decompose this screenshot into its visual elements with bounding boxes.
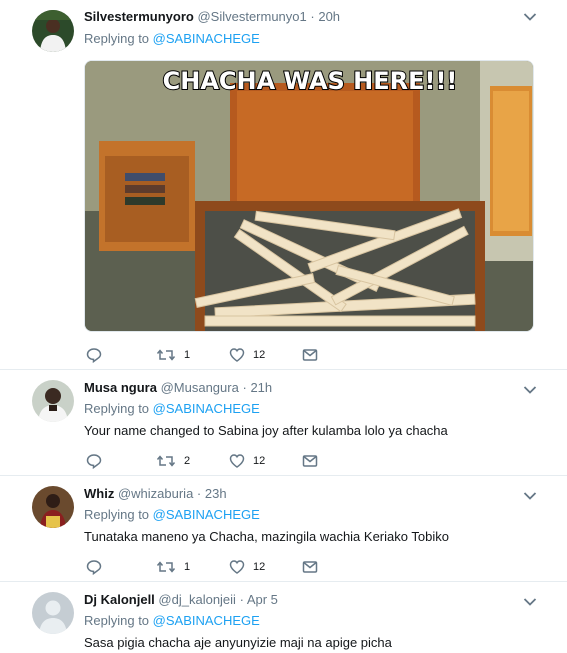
separator-dot: · bbox=[310, 9, 315, 24]
tweet-header: Musa ngura @Musangura · 21h bbox=[84, 380, 272, 396]
retweet-count: 1 bbox=[184, 561, 191, 573]
chevron-down-icon[interactable] bbox=[523, 597, 537, 607]
replying-label: Replying to bbox=[84, 613, 150, 628]
media-caption: CHACHA WAS HERE!!! bbox=[163, 67, 458, 95]
replying-to: Replying to @SABINACHEGE bbox=[84, 507, 260, 523]
timeline: Silvestermunyoro @Silvestermunyo1 · 20h … bbox=[0, 0, 567, 653]
replying-to: Replying to @SABINACHEGE bbox=[84, 613, 260, 629]
avatar[interactable] bbox=[32, 486, 74, 528]
separator-dot: · bbox=[242, 380, 247, 395]
retweet-icon bbox=[156, 347, 176, 363]
tweet[interactable]: Whiz @whizaburia · 23h Replying to @SABI… bbox=[0, 476, 567, 582]
chevron-down-icon[interactable] bbox=[523, 491, 537, 501]
message-button[interactable] bbox=[302, 452, 318, 470]
tweet-text: Sasa pigia chacha aje anyunyizie maji na… bbox=[84, 635, 392, 650]
reply-button[interactable] bbox=[86, 346, 102, 364]
display-name[interactable]: Silvestermunyoro bbox=[84, 9, 194, 24]
message-icon bbox=[302, 453, 318, 469]
replying-to: Replying to @SABINACHEGE bbox=[84, 31, 260, 47]
chevron-down-icon[interactable] bbox=[523, 12, 537, 22]
like-count: 12 bbox=[253, 349, 266, 361]
avatar[interactable] bbox=[32, 592, 74, 634]
tweet-media[interactable]: CHACHA WAS HERE!!! bbox=[84, 60, 534, 332]
user-handle[interactable]: @dj_kalonjeii bbox=[158, 592, 236, 607]
user-handle[interactable]: @Silvestermunyo1 bbox=[197, 9, 306, 24]
tweet-header: Whiz @whizaburia · 23h bbox=[84, 486, 227, 502]
replying-label: Replying to bbox=[84, 401, 150, 416]
timestamp[interactable]: 23h bbox=[205, 486, 227, 501]
retweet-count: 1 bbox=[184, 349, 191, 361]
display-name[interactable]: Whiz bbox=[84, 486, 114, 501]
like-button[interactable]: 12 bbox=[229, 346, 265, 364]
message-icon bbox=[302, 347, 318, 363]
mention-link[interactable]: @SABINACHEGE bbox=[153, 507, 260, 522]
message-button[interactable] bbox=[302, 346, 318, 364]
tweet-header: Silvestermunyoro @Silvestermunyo1 · 20h bbox=[84, 9, 340, 25]
mention-link[interactable]: @SABINACHEGE bbox=[153, 613, 260, 628]
retweet-button[interactable]: 2 bbox=[156, 452, 190, 470]
user-handle[interactable]: @whizaburia bbox=[118, 486, 193, 501]
display-name[interactable]: Musa ngura bbox=[84, 380, 157, 395]
retweet-button[interactable]: 1 bbox=[156, 346, 190, 364]
timestamp[interactable]: 21h bbox=[250, 380, 272, 395]
tweet-text: Tunataka maneno ya Chacha, mazingila wac… bbox=[84, 529, 449, 544]
replying-to: Replying to @SABINACHEGE bbox=[84, 401, 260, 417]
chevron-down-icon[interactable] bbox=[523, 385, 537, 395]
mention-link[interactable]: @SABINACHEGE bbox=[153, 31, 260, 46]
bed-photo: CHACHA WAS HERE!!! bbox=[85, 61, 533, 331]
separator-dot: · bbox=[196, 486, 202, 501]
like-icon bbox=[229, 347, 245, 363]
reply-button[interactable] bbox=[86, 452, 102, 470]
timestamp[interactable]: 20h bbox=[318, 9, 340, 24]
tweet-text: Your name changed to Sabina joy after ku… bbox=[84, 423, 448, 438]
mention-link[interactable]: @SABINACHEGE bbox=[153, 401, 260, 416]
avatar[interactable] bbox=[32, 380, 74, 422]
like-button[interactable]: 12 bbox=[229, 452, 265, 470]
display-name[interactable]: Dj Kalonjell bbox=[84, 592, 155, 607]
like-count: 12 bbox=[253, 561, 266, 573]
message-button[interactable] bbox=[302, 558, 318, 576]
reply-icon bbox=[86, 347, 102, 363]
tweet-actions: 1 12 bbox=[86, 346, 386, 364]
user-handle[interactable]: @Musangura bbox=[161, 380, 239, 395]
tweet-header: Dj Kalonjell @dj_kalonjeii · Apr 5 bbox=[84, 592, 278, 608]
like-icon bbox=[229, 559, 245, 575]
separator-dot: · bbox=[239, 592, 244, 607]
retweet-icon bbox=[156, 559, 176, 575]
like-button[interactable]: 12 bbox=[229, 558, 265, 576]
replying-label: Replying to bbox=[84, 507, 150, 522]
retweet-icon bbox=[156, 453, 176, 469]
reply-button[interactable] bbox=[86, 558, 102, 576]
avatar[interactable] bbox=[32, 10, 74, 52]
replying-label: Replying to bbox=[84, 31, 150, 46]
tweet-actions: 2 12 bbox=[86, 452, 386, 470]
reply-icon bbox=[86, 559, 102, 575]
retweet-count: 2 bbox=[184, 455, 191, 467]
like-icon bbox=[229, 453, 245, 469]
timestamp[interactable]: Apr 5 bbox=[247, 592, 278, 607]
reply-icon bbox=[86, 453, 102, 469]
tweet[interactable]: Musa ngura @Musangura · 21h Replying to … bbox=[0, 370, 567, 476]
tweet[interactable]: Dj Kalonjell @dj_kalonjeii · Apr 5 Reply… bbox=[0, 582, 567, 653]
message-icon bbox=[302, 559, 318, 575]
tweet[interactable]: Silvestermunyoro @Silvestermunyo1 · 20h … bbox=[0, 0, 567, 370]
like-count: 12 bbox=[253, 455, 266, 467]
retweet-button[interactable]: 1 bbox=[156, 558, 190, 576]
tweet-actions: 1 12 bbox=[86, 558, 386, 576]
